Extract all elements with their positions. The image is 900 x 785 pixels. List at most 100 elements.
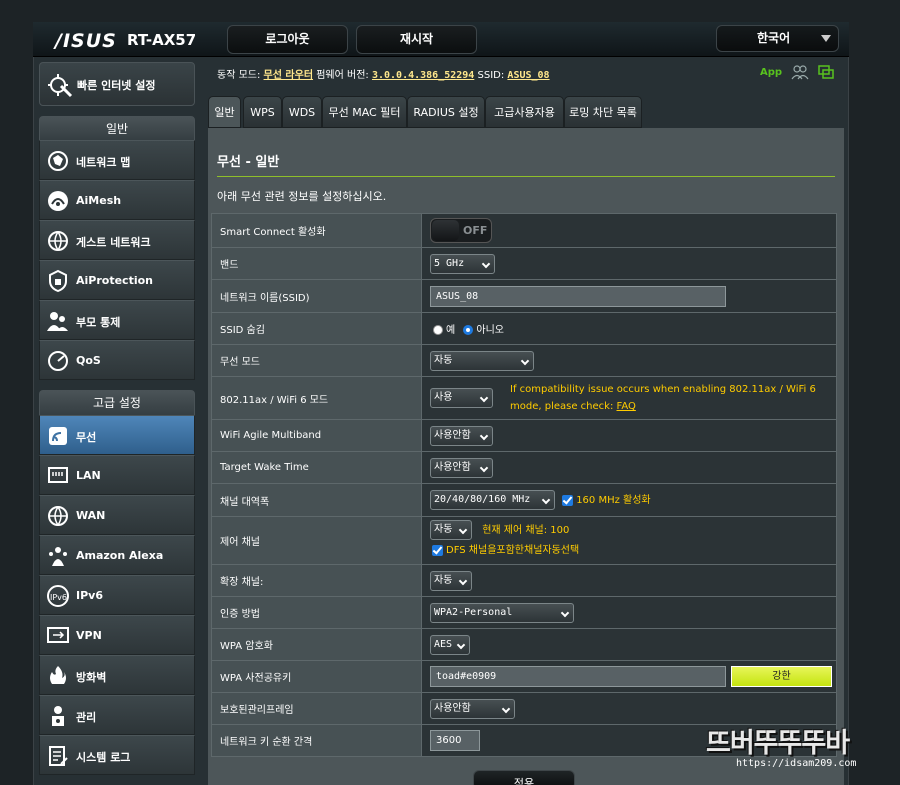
table-row: Smart Connect 활성화 OFF [211, 213, 837, 248]
sidebar-item-label: QoS [76, 354, 101, 367]
mode-value-link[interactable]: 무선 라우터 [264, 70, 313, 81]
extension-channel-select[interactable]: 자동 [430, 570, 472, 591]
wifi6-select[interactable]: 사용 [430, 388, 493, 408]
sidebar-item-parental-control[interactable]: 부모 통제 [39, 300, 195, 340]
reboot-button[interactable]: 재시작 [356, 25, 477, 54]
hide-ssid-no-radio[interactable] [463, 325, 474, 335]
sidebar-item-label: 무선 [76, 431, 97, 444]
encryption-value: AES [434, 638, 453, 650]
ssid-value-link[interactable]: ASUS_08 [507, 70, 549, 81]
tab-roaming-block[interactable]: 로밍 차단 목록 [564, 96, 642, 128]
sidebar-item-qos[interactable]: QoS [39, 340, 195, 380]
sidebar-item-label: 관리 [76, 711, 97, 724]
setting-label: 제어 채널 [211, 516, 422, 565]
sidebar-item-aimesh[interactable]: AiMesh [39, 180, 195, 220]
wifi6-note-text: If compatibility issue occurs when enabl… [510, 384, 816, 412]
sidebar-item-aiprotection[interactable]: AiProtection [39, 260, 195, 300]
chevron-down-icon [479, 431, 489, 440]
sidebar-item-system-log[interactable]: 시스템 로그 [39, 735, 195, 775]
sidebar-item-label: 네트워크 맵 [76, 156, 131, 169]
radio-label-no: 아니오 [476, 325, 504, 336]
control-channel-select[interactable]: 자동 [430, 520, 472, 540]
radio-label-yes: 예 [446, 325, 456, 336]
tab-general[interactable]: 일반 [208, 96, 241, 128]
sidebar-item-firewall[interactable]: 방화벽 [39, 655, 195, 695]
fw-label: 펌웨어 버전: [316, 70, 369, 81]
sidebar-item-wan[interactable]: WAN [39, 495, 195, 535]
agile-multiband-select[interactable]: 사용안함 [430, 425, 493, 446]
table-row: SSID 숨김 예 아니오 [211, 312, 837, 345]
hide-ssid-yes-radio[interactable] [433, 325, 443, 335]
sidebar-item-ipv6[interactable]: IPv6 IPv6 [39, 575, 195, 615]
current-channel-text: 현재 제어 채널: 100 [482, 525, 570, 536]
app-link[interactable]: App [760, 67, 782, 78]
ext-channel-value: 자동 [434, 574, 453, 586]
page-title: 무선 - 일반 [217, 155, 280, 170]
smart-connect-toggle[interactable]: OFF [430, 218, 492, 243]
table-row: 인증 방법 WPA2-Personal [211, 596, 837, 629]
band-select[interactable]: 5 GHz [430, 253, 495, 274]
sidebar-item-lan[interactable]: LAN [39, 455, 195, 495]
pmf-select[interactable]: 사용안함 [430, 698, 515, 719]
chevron-down-icon [821, 35, 831, 42]
status-line: 동작 모드: 무선 라우터 펌웨어 버전: 3.0.0.4.386_52294 … [217, 66, 550, 81]
setting-label: 네트워크 키 순환 간격 [211, 724, 422, 757]
sidebar-item-vpn[interactable]: VPN [39, 615, 195, 655]
page-description: 아래 무선 관련 정보를 설정하십시오. [217, 190, 387, 203]
auth-method-select[interactable]: WPA2-Personal [430, 602, 574, 623]
faq-link[interactable]: FAQ [617, 401, 636, 412]
wifi6-note: If compatibility issue occurs when enabl… [510, 381, 830, 415]
ssid-input[interactable]: ASUS_08 [430, 285, 726, 307]
guest-network-icon [48, 231, 68, 251]
bandwidth-select[interactable]: 20/40/80/160 MHz [430, 490, 555, 510]
sidebar-item-label: AiProtection [76, 274, 153, 287]
usb-device-icon[interactable] [818, 65, 834, 80]
tab-wps[interactable]: WPS [243, 96, 282, 128]
sidebar-item-admin[interactable]: 관리 [39, 695, 195, 735]
key-rotation-input[interactable]: 3600 [430, 730, 480, 751]
wireless-mode-select[interactable]: 자동 [430, 350, 534, 371]
table-row: Target Wake Time 사용안함 [211, 451, 837, 484]
tab-radius[interactable]: RADIUS 설정 [407, 96, 485, 128]
quick-setup-button[interactable]: 빠른 인터넷 설정 [39, 62, 195, 106]
setting-label: 인증 방법 [211, 596, 422, 629]
setting-label: Target Wake Time [211, 451, 422, 484]
system-log-icon [49, 746, 68, 766]
logout-button[interactable]: 로그아웃 [227, 25, 348, 54]
target-wake-time-select[interactable]: 사용안함 [430, 457, 493, 478]
wpa-encryption-select[interactable]: AES [430, 634, 470, 655]
tab-mac-filter[interactable]: 무선 MAC 필터 [322, 96, 407, 128]
sidebar-item-label: 방화벽 [76, 671, 107, 684]
qos-icon [48, 351, 68, 371]
psk-input[interactable]: toad#e0909 [430, 666, 726, 687]
tab-wds[interactable]: WDS [282, 96, 322, 128]
160mhz-checkbox[interactable] [562, 494, 574, 506]
firewall-icon [50, 666, 66, 684]
table-row: 제어 채널 자동 현재 제어 채널: 100 DFS 채널을포함한채널자동선택 [211, 516, 837, 565]
chevron-down-icon [481, 259, 491, 268]
dfs-checkbox[interactable] [432, 544, 443, 556]
sidebar-item-network-map[interactable]: 네트워크 맵 [39, 140, 195, 180]
sidebar-item-guest-network[interactable]: 게스트 네트워크 [39, 220, 195, 260]
vpn-icon [47, 627, 69, 643]
language-select[interactable]: 한국어 [716, 25, 839, 52]
chevron-down-icon [458, 576, 468, 585]
wan-icon [48, 506, 68, 526]
auth-value: WPA2-Personal [434, 606, 513, 618]
fw-value-link[interactable]: 3.0.0.4.386_52294 [372, 70, 474, 81]
apply-button[interactable]: 적용 [473, 770, 575, 785]
ipv6-icon: IPv6 [47, 585, 69, 607]
watermark: 뜨버뚜뚜뚜바 https://idsam209.com [706, 721, 888, 775]
lan-icon [48, 467, 68, 483]
admin-icon [52, 706, 64, 726]
general-section-header: 일반 [39, 116, 195, 141]
sidebar-item-wireless[interactable]: 무선 [39, 415, 195, 455]
clients-icon[interactable] [791, 64, 809, 80]
title-divider [217, 176, 835, 177]
sidebar-item-alexa[interactable]: Amazon Alexa [39, 535, 195, 575]
tab-professional[interactable]: 고급사용자용 [485, 96, 564, 128]
dfs-label: DFS 채널을포함한채널자동선택 [446, 545, 580, 556]
sidebar-item-label: IPv6 [76, 589, 103, 602]
agile-value: 사용안함 [434, 429, 471, 441]
watermark-title: 뜨버뚜뚜뚜바 [706, 728, 850, 759]
